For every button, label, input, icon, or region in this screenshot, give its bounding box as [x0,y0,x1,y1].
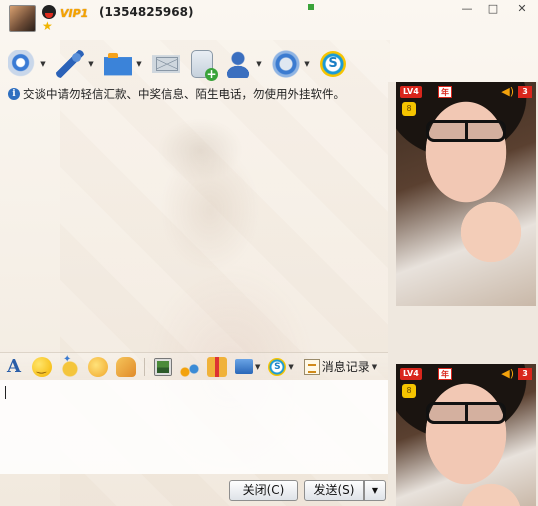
send-mail-button[interactable] [152,47,180,81]
chevron-down-icon[interactable]: ▼ [86,60,96,68]
info-icon: i [8,88,20,100]
voice-call-button[interactable]: ▼ [56,47,96,81]
chevron-down-icon[interactable]: ▼ [38,60,48,68]
chevron-down-icon[interactable]: ▼ [288,363,293,371]
chevron-down-icon[interactable]: ▼ [302,60,312,68]
soso-button[interactable]: S [320,47,346,81]
level-badge: LV4 [400,86,422,98]
video-frame-detail [426,402,506,424]
message-history-label: 消息记录 [321,360,370,374]
send-file-button[interactable]: ▼ [104,47,144,81]
maximize-button[interactable]: □ [480,0,506,16]
text-cursor [5,386,6,399]
year-badge: 年 [438,368,452,380]
webcam-icon [8,50,36,78]
music-icon[interactable] [179,356,199,377]
toolbar-divider [144,357,145,376]
qq-penguin-icon [42,5,56,19]
rank-badge: 8 [402,102,416,116]
send-button[interactable]: 发送(S) [304,480,364,501]
close-window-button[interactable]: ✕ [506,0,538,16]
contact-avatar[interactable] [9,5,36,32]
screenshot-icon[interactable] [235,359,253,374]
count-badge: 3 [518,368,532,380]
chevron-down-icon[interactable]: ▼ [255,363,260,371]
history-icon [303,358,320,375]
remote-video[interactable]: LV4 年 8 ◀) 3 [396,82,536,306]
chat-window: ★ VIP1 (1354825968) — □ ✕ ▼ ▼ ▼ + ▼ ▼ S … [0,0,538,506]
font-button[interactable]: A [4,356,24,377]
send-options-button[interactable]: ▼ [364,480,386,501]
chevron-down-icon[interactable]: ▼ [372,363,377,371]
contact-qq-number: (1354825968) [99,5,194,19]
shake-window-icon[interactable] [88,356,108,377]
gift-icon[interactable] [207,356,227,377]
chevron-down-icon[interactable]: ▼ [134,60,144,68]
doodle-icon[interactable] [116,356,136,377]
mail-icon [152,50,180,78]
contact-info-button[interactable]: ▼ [224,47,264,81]
bottom-bar: 关闭(C) 发送(S) ▼ [0,474,388,506]
status-indicator [308,4,314,10]
message-history-button[interactable]: 消息记录 ▼ [302,357,379,377]
contact-icon [224,50,252,78]
app-center-button[interactable]: ▼ [272,47,312,81]
vip-badge[interactable]: VIP1 [60,7,88,20]
year-badge: 年 [438,86,452,98]
count-badge: 3 [518,86,532,98]
send-image-icon[interactable] [155,358,171,375]
speaker-icon[interactable]: ◀) [501,86,514,98]
message-input[interactable] [0,380,388,474]
app-icon [272,50,300,78]
level-badge: LV4 [400,368,422,380]
minimize-button[interactable]: — [454,0,480,16]
s-logo-icon[interactable]: S [268,357,287,376]
rank-badge: 8 [402,384,416,398]
star-icon: ★ [42,19,53,33]
magic-emoji-icon[interactable] [60,354,80,377]
chat-toolbar: ▼ ▼ ▼ ▼ ▼ S [0,46,380,82]
document-add-icon [191,50,218,81]
format-toolbar: A ▼ S ▼ 消息记录 ▼ [0,352,388,380]
microphone-icon [56,50,84,78]
s-logo-icon: S [320,51,346,77]
title-bar[interactable]: ★ VIP1 (1354825968) — □ ✕ [0,0,538,34]
emoji-icon[interactable] [32,356,52,377]
notice-text: 交谈中请勿轻信汇款、中奖信息、陌生电话，勿使用外挂软件。 [23,87,345,101]
close-button[interactable]: 关闭(C) [229,480,298,501]
window-controls: — □ ✕ [454,0,538,16]
video-panel: LV4 年 8 ◀) 3 LV4 年 8 ◀) 3 [388,82,538,506]
video-call-button[interactable]: ▼ [8,47,48,81]
message-history[interactable] [0,104,388,352]
speaker-icon[interactable]: ◀) [501,368,514,380]
folder-send-icon [104,50,132,78]
chevron-down-icon[interactable]: ▼ [254,60,264,68]
remote-video-secondary[interactable]: LV4 年 8 ◀) 3 [396,364,536,506]
create-group-button[interactable] [188,47,218,81]
video-frame-detail [426,120,506,142]
security-notice: i 交谈中请勿轻信汇款、中奖信息、陌生电话，勿使用外挂软件。 [8,86,388,102]
